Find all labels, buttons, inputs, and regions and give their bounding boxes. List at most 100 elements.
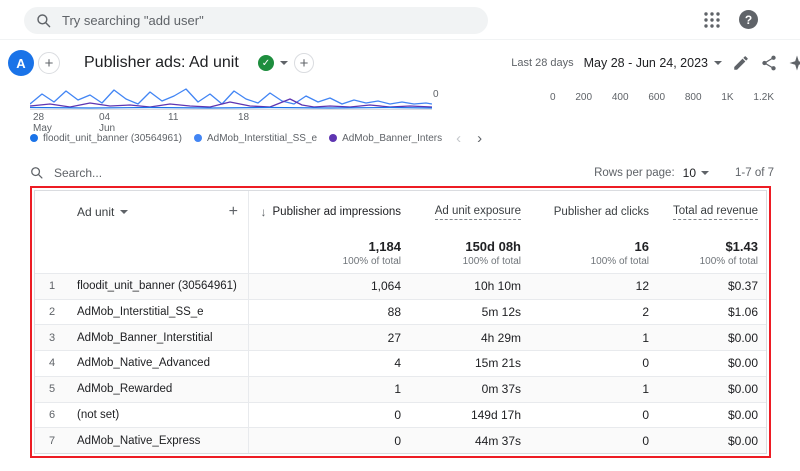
impressions-cell: 0	[394, 433, 401, 448]
report-header-actions: Last 28 days May 28 - Jun 24, 2023	[511, 40, 800, 86]
add-metric-button[interactable]: +	[294, 53, 314, 73]
table-search-input[interactable]	[54, 166, 274, 180]
totals-clicks: 16 100% of total	[535, 233, 663, 273]
global-search-input[interactable]	[62, 13, 476, 28]
rows-per-page-select[interactable]: 10	[683, 166, 709, 180]
impressions-cell: 0	[394, 407, 401, 422]
ad-units-table: Ad unit + ↓ Publisher ad impressions Ad …	[34, 190, 767, 454]
search-icon	[31, 167, 43, 179]
pagination-controls: Rows per page: 10 1-7 of 7	[594, 166, 774, 180]
x-tick-day: 11	[168, 112, 179, 123]
impressions-cell: 4	[394, 356, 401, 371]
timeseries-chart: 28 May 04 Jun 11 18 0 0 200 400 600 800 …	[0, 86, 800, 134]
insights-icon[interactable]	[788, 54, 800, 72]
legend-item[interactable]: AdMob_Interstitial_SS_e	[194, 133, 317, 144]
x-tick-day: 18	[238, 112, 250, 123]
total-percent: 100% of total	[699, 256, 758, 267]
topbar-icons: ?	[703, 10, 758, 29]
row-index: 4	[48, 357, 56, 370]
page-title: Publisher ads: Ad unit	[84, 54, 239, 71]
line-chart-canvas	[30, 88, 432, 110]
exposure-cell: 5m 12s	[481, 305, 521, 320]
row-index: 2	[48, 306, 56, 319]
table-totals-row: 1,184 100% of total 150d 08h 100% of tot…	[35, 233, 766, 273]
col-header-label: Publisher ad clicks	[553, 206, 649, 218]
legend-item[interactable]: AdMob_Banner_Interstitial	[329, 133, 442, 144]
clicks-cell: 0	[642, 356, 649, 371]
exposure-cell: 44m 37s	[474, 433, 521, 448]
table-toolbar: Rows per page: 10 1-7 of 7	[30, 160, 774, 186]
ad-unit-cell: floodit_unit_banner (30564961)	[69, 274, 249, 299]
add-comparison-button[interactable]: +	[38, 52, 60, 74]
x-tick: 18	[238, 112, 249, 123]
search-icon	[37, 13, 51, 27]
annotation-highlight: Ad unit + ↓ Publisher ad impressions Ad …	[30, 186, 771, 458]
impressions-cell: 27	[387, 330, 401, 345]
legend-label: AdMob_Interstitial_SS_e	[207, 132, 318, 144]
clicks-cell: 1	[642, 330, 649, 345]
apps-grid-icon[interactable]	[703, 11, 721, 29]
add-column-button[interactable]: +	[229, 203, 238, 221]
impressions-cell: 1	[394, 382, 401, 397]
help-icon[interactable]: ?	[739, 10, 758, 29]
axis-tick: 200	[575, 92, 593, 103]
col-header-exposure[interactable]: Ad unit exposure	[415, 191, 535, 233]
total-value: 150d 08h	[465, 239, 521, 254]
revenue-cell: $0.37	[727, 279, 758, 294]
date-range-picker[interactable]: May 28 - Jun 24, 2023	[584, 56, 722, 70]
chevron-down-icon	[714, 61, 722, 65]
legend-dot	[30, 134, 38, 142]
total-value: $1.43	[725, 239, 758, 254]
help-glyph: ?	[744, 12, 753, 27]
row-index: 3	[48, 331, 56, 344]
customize-report-icon[interactable]	[732, 54, 750, 72]
dimension-select[interactable]: Ad unit	[77, 205, 129, 219]
legend-prev-icon[interactable]: ‹	[454, 131, 463, 146]
legend-dot	[194, 134, 202, 142]
pagination-status: 1-7 of 7	[735, 167, 774, 179]
ad-unit-cell: (not set)	[69, 402, 249, 428]
ad-unit-cell: AdMob_Native_Express	[69, 428, 249, 453]
exposure-cell: 15m 21s	[474, 356, 521, 371]
col-header-impressions[interactable]: ↓ Publisher ad impressions	[249, 191, 415, 233]
report-status-badge[interactable]: ✓	[258, 40, 288, 86]
exposure-cell: 4h 29m	[480, 330, 521, 345]
axis-tick: 600	[648, 92, 666, 103]
legend-item[interactable]: floodit_unit_banner (30564961)	[30, 133, 182, 144]
chevron-down-icon	[280, 61, 288, 65]
clicks-cell: 12	[635, 279, 649, 294]
table-row: 3 AdMob_Banner_Interstitial 27 4h 29m 1 …	[35, 324, 766, 351]
total-percent: 100% of total	[342, 256, 401, 267]
clicks-cell: 2	[642, 305, 649, 320]
clicks-cell: 0	[642, 433, 649, 448]
revenue-cell: $0.00	[727, 407, 758, 422]
table-row: 5 AdMob_Rewarded 1 0m 37s 1 $0.00	[35, 375, 766, 402]
rows-per-page-label: Rows per page:	[594, 167, 675, 179]
axis-tick: 400	[611, 92, 629, 103]
exposure-cell: 10h 10m	[474, 279, 521, 294]
report-header: A + Publisher ads: Ad unit ✓ + Last 28 d…	[0, 40, 800, 86]
analytics-report-page: ? A + Publisher ads: Ad unit ✓ + Last 28…	[0, 0, 800, 471]
legend-next-icon[interactable]: ›	[475, 131, 484, 146]
date-range-label: Last 28 days	[511, 57, 574, 69]
axis-tick: 1K	[721, 92, 734, 103]
dimension-header-cell: Ad unit +	[69, 191, 249, 233]
account-avatar[interactable]: A	[8, 50, 34, 76]
clicks-cell: 0	[642, 407, 649, 422]
global-search[interactable]	[24, 7, 488, 34]
col-header-revenue[interactable]: Total ad revenue	[663, 191, 766, 233]
row-index: 1	[48, 280, 56, 293]
x-tick-day: 04	[99, 112, 111, 123]
total-percent: 100% of total	[590, 256, 649, 267]
x-tick-day: 28	[33, 112, 45, 123]
series-line-2	[30, 98, 432, 108]
share-icon[interactable]	[760, 54, 778, 72]
check-glyph: ✓	[261, 57, 271, 69]
row-index: 6	[48, 408, 56, 421]
table-row: 7 AdMob_Native_Express 0 44m 37s 0 $0.00	[35, 427, 766, 453]
ad-unit-cell: AdMob_Native_Advanced	[69, 351, 249, 376]
chart-legend: floodit_unit_banner (30564961) AdMob_Int…	[30, 129, 484, 147]
y-axis-zero-label: 0	[433, 89, 439, 100]
col-header-clicks[interactable]: Publisher ad clicks	[535, 191, 663, 233]
total-percent: 100% of total	[462, 256, 521, 267]
